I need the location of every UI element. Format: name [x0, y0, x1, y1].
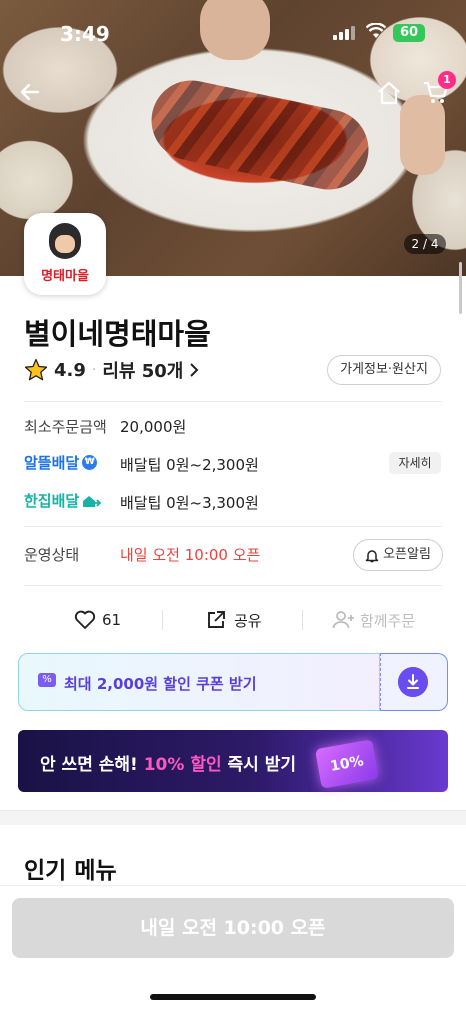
share-label: 공유: [234, 611, 262, 630]
rating-value: 4.9: [54, 359, 86, 381]
promo-banner[interactable]: 안 쓰면 손해! 10% 할인 즉시 받기: [18, 730, 448, 792]
coupon-percent-icon: %: [38, 673, 56, 687]
divider: [24, 526, 442, 527]
order-cta-button[interactable]: 내일 오전 10:00 오픈: [12, 898, 454, 958]
battery-indicator: 60: [393, 24, 425, 42]
review-count-link[interactable]: 리뷰 50개: [102, 357, 183, 383]
hanjip-delivery-tip: 배달팁 0원~3,300원: [120, 494, 259, 512]
home-indicator: [150, 994, 316, 1000]
store-logo: 명태마을: [24, 213, 106, 295]
house-arrow-icon: [83, 495, 102, 507]
cellular-signal-icon: [333, 26, 355, 40]
back-arrow-icon[interactable]: [18, 80, 42, 104]
open-time-status: 내일 오전 10:00 오픈: [120, 546, 261, 564]
group-order-label: 함께주문: [360, 611, 416, 630]
store-name: 별이네명태마을: [24, 317, 211, 351]
popular-menu-title: 인기 메뉴: [24, 858, 117, 884]
logo-text: 명태마을: [41, 269, 89, 284]
like-count: 61: [102, 611, 122, 629]
braised-fish-dish: [144, 73, 376, 197]
divider: [302, 610, 303, 630]
chevron-right-icon: [190, 363, 199, 377]
open-alarm-button[interactable]: 오픈알림: [353, 539, 443, 571]
coupon-text: 최대 2,000원 할인 쿠폰 받기: [64, 675, 257, 693]
home-icon[interactable]: [376, 80, 402, 106]
promo-text-after: 즉시 받기: [221, 755, 297, 775]
status-bar: 3:49 60: [0, 0, 466, 70]
hanjip-delivery-label: 한집배달: [24, 490, 102, 511]
min-order-label: 최소주문금액: [24, 418, 107, 436]
scroll-indicator: [459, 262, 462, 314]
group-order-button[interactable]: 함께주문: [332, 605, 415, 635]
hand-shape: [400, 95, 445, 175]
divider: [24, 585, 442, 586]
status-time: 3:49: [60, 22, 110, 46]
hanjip-delivery-text: 한집배달: [24, 492, 80, 510]
promo-discount: 10% 할인: [143, 755, 222, 775]
logo-character-face: [55, 235, 75, 253]
divider: [162, 610, 163, 630]
share-icon: [208, 611, 225, 628]
heart-icon: [74, 610, 96, 629]
like-button[interactable]: 61: [74, 605, 121, 635]
photo-counter: 2 / 4: [404, 234, 446, 254]
detail-button[interactable]: 자세히: [389, 452, 441, 474]
alddeul-delivery-tip: 배달팁 0원~2,300원: [120, 456, 259, 474]
won-badge-icon: ₩: [82, 455, 98, 470]
rating-row[interactable]: 4.9 · 리뷰 50개: [24, 356, 199, 384]
add-person-icon: [332, 611, 354, 629]
store-info-button[interactable]: 가게정보·원산지: [327, 355, 441, 385]
promo-text-before: 안 쓰면 손해!: [40, 755, 144, 775]
download-icon[interactable]: [398, 667, 428, 697]
operation-status-label: 운영상태: [24, 546, 80, 564]
open-alarm-label: 오픈알림: [383, 547, 431, 562]
separator-dot: ·: [91, 362, 97, 378]
alddeul-delivery-label: 알뜰배달 ₩: [24, 452, 98, 473]
wifi-icon: [366, 23, 386, 38]
divider: [24, 401, 442, 402]
share-button[interactable]: 공유: [206, 605, 262, 635]
bell-icon: [365, 549, 379, 562]
cart-count-badge: 1: [438, 71, 456, 89]
min-order-value: 20,000원: [120, 418, 187, 436]
section-separator: [0, 810, 466, 825]
action-row: 61 공유 함께주문: [0, 605, 466, 635]
alddeul-delivery-text: 알뜰배달: [24, 454, 80, 472]
star-icon: [24, 358, 48, 381]
promo-banner-text: 안 쓰면 손해! 10% 할인 즉시 받기: [40, 750, 296, 775]
